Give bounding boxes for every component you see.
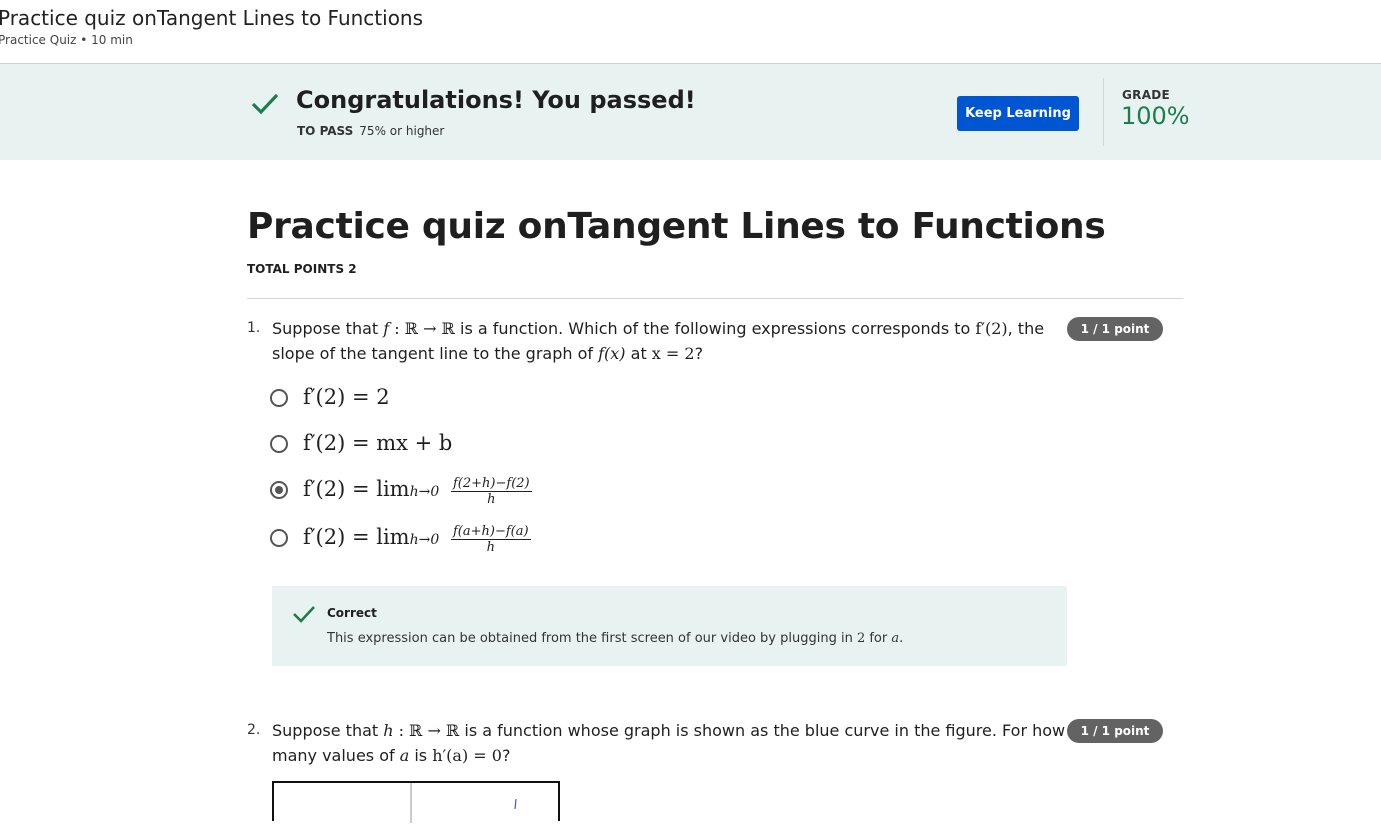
option-expression: f′(2) = mx + b — [303, 431, 453, 455]
radio-button[interactable] — [270, 435, 288, 453]
points-badge: 1 / 1 point — [1067, 719, 1163, 743]
divider — [247, 298, 1183, 299]
radio-button-selected[interactable] — [270, 481, 288, 499]
option-expression: f′(2) = 2 — [303, 385, 390, 409]
answer-option[interactable]: f′(2) = limh→0 f(a+h)−f(a) h — [270, 524, 570, 555]
pass-message: Congratulations! You passed! — [296, 86, 696, 114]
feedback-title: Correct — [327, 606, 377, 620]
option-expression: f′(2) = limh→0 — [303, 525, 440, 549]
answer-option[interactable]: f′(2) = limh→0 f(2+h)−f(2) h — [270, 476, 570, 507]
fraction: f(2+h)−f(2) h — [451, 476, 532, 507]
grade-value: 100% — [1121, 102, 1190, 130]
check-icon — [293, 606, 315, 623]
to-pass-value: 75% or higher — [359, 124, 445, 138]
feedback-box — [272, 586, 1067, 666]
radio-button[interactable] — [270, 389, 288, 407]
quiz-title: Practice quiz onTangent Lines to Functio… — [247, 206, 1106, 247]
check-icon — [251, 93, 279, 115]
question-text: Suppose that f : ℝ → ℝ is a function. Wh… — [272, 319, 1045, 363]
divider — [1103, 78, 1104, 146]
option-expression: f′(2) = limh→0 — [303, 477, 440, 501]
to-pass-label: TO PASS — [297, 124, 354, 138]
grade-label: GRADE — [1122, 88, 1171, 102]
graph-image — [410, 783, 517, 823]
radio-button[interactable] — [270, 529, 288, 547]
question-number: 1. — [247, 320, 261, 336]
top-bar: Practice quiz onTangent Lines to Functio… — [0, 0, 1381, 64]
keep-learning-button[interactable]: Keep Learning — [957, 96, 1079, 131]
points-badge: 1 / 1 point — [1067, 317, 1163, 341]
question-text: Suppose that h : ℝ → ℝ is a function who… — [272, 721, 1066, 765]
feedback-text: This expression can be obtained from the… — [327, 631, 904, 646]
graph-figure — [272, 781, 560, 823]
to-pass-info: TO PASS 75% or higher — [297, 124, 444, 138]
page-header-subtitle: Practice Quiz • 10 min — [0, 33, 133, 47]
fraction: f(a+h)−f(a) h — [451, 524, 531, 555]
total-points: TOTAL POINTS 2 — [247, 262, 357, 276]
page-header-title: Practice quiz onTangent Lines to Functio… — [0, 6, 424, 30]
question-number: 2. — [247, 722, 261, 738]
